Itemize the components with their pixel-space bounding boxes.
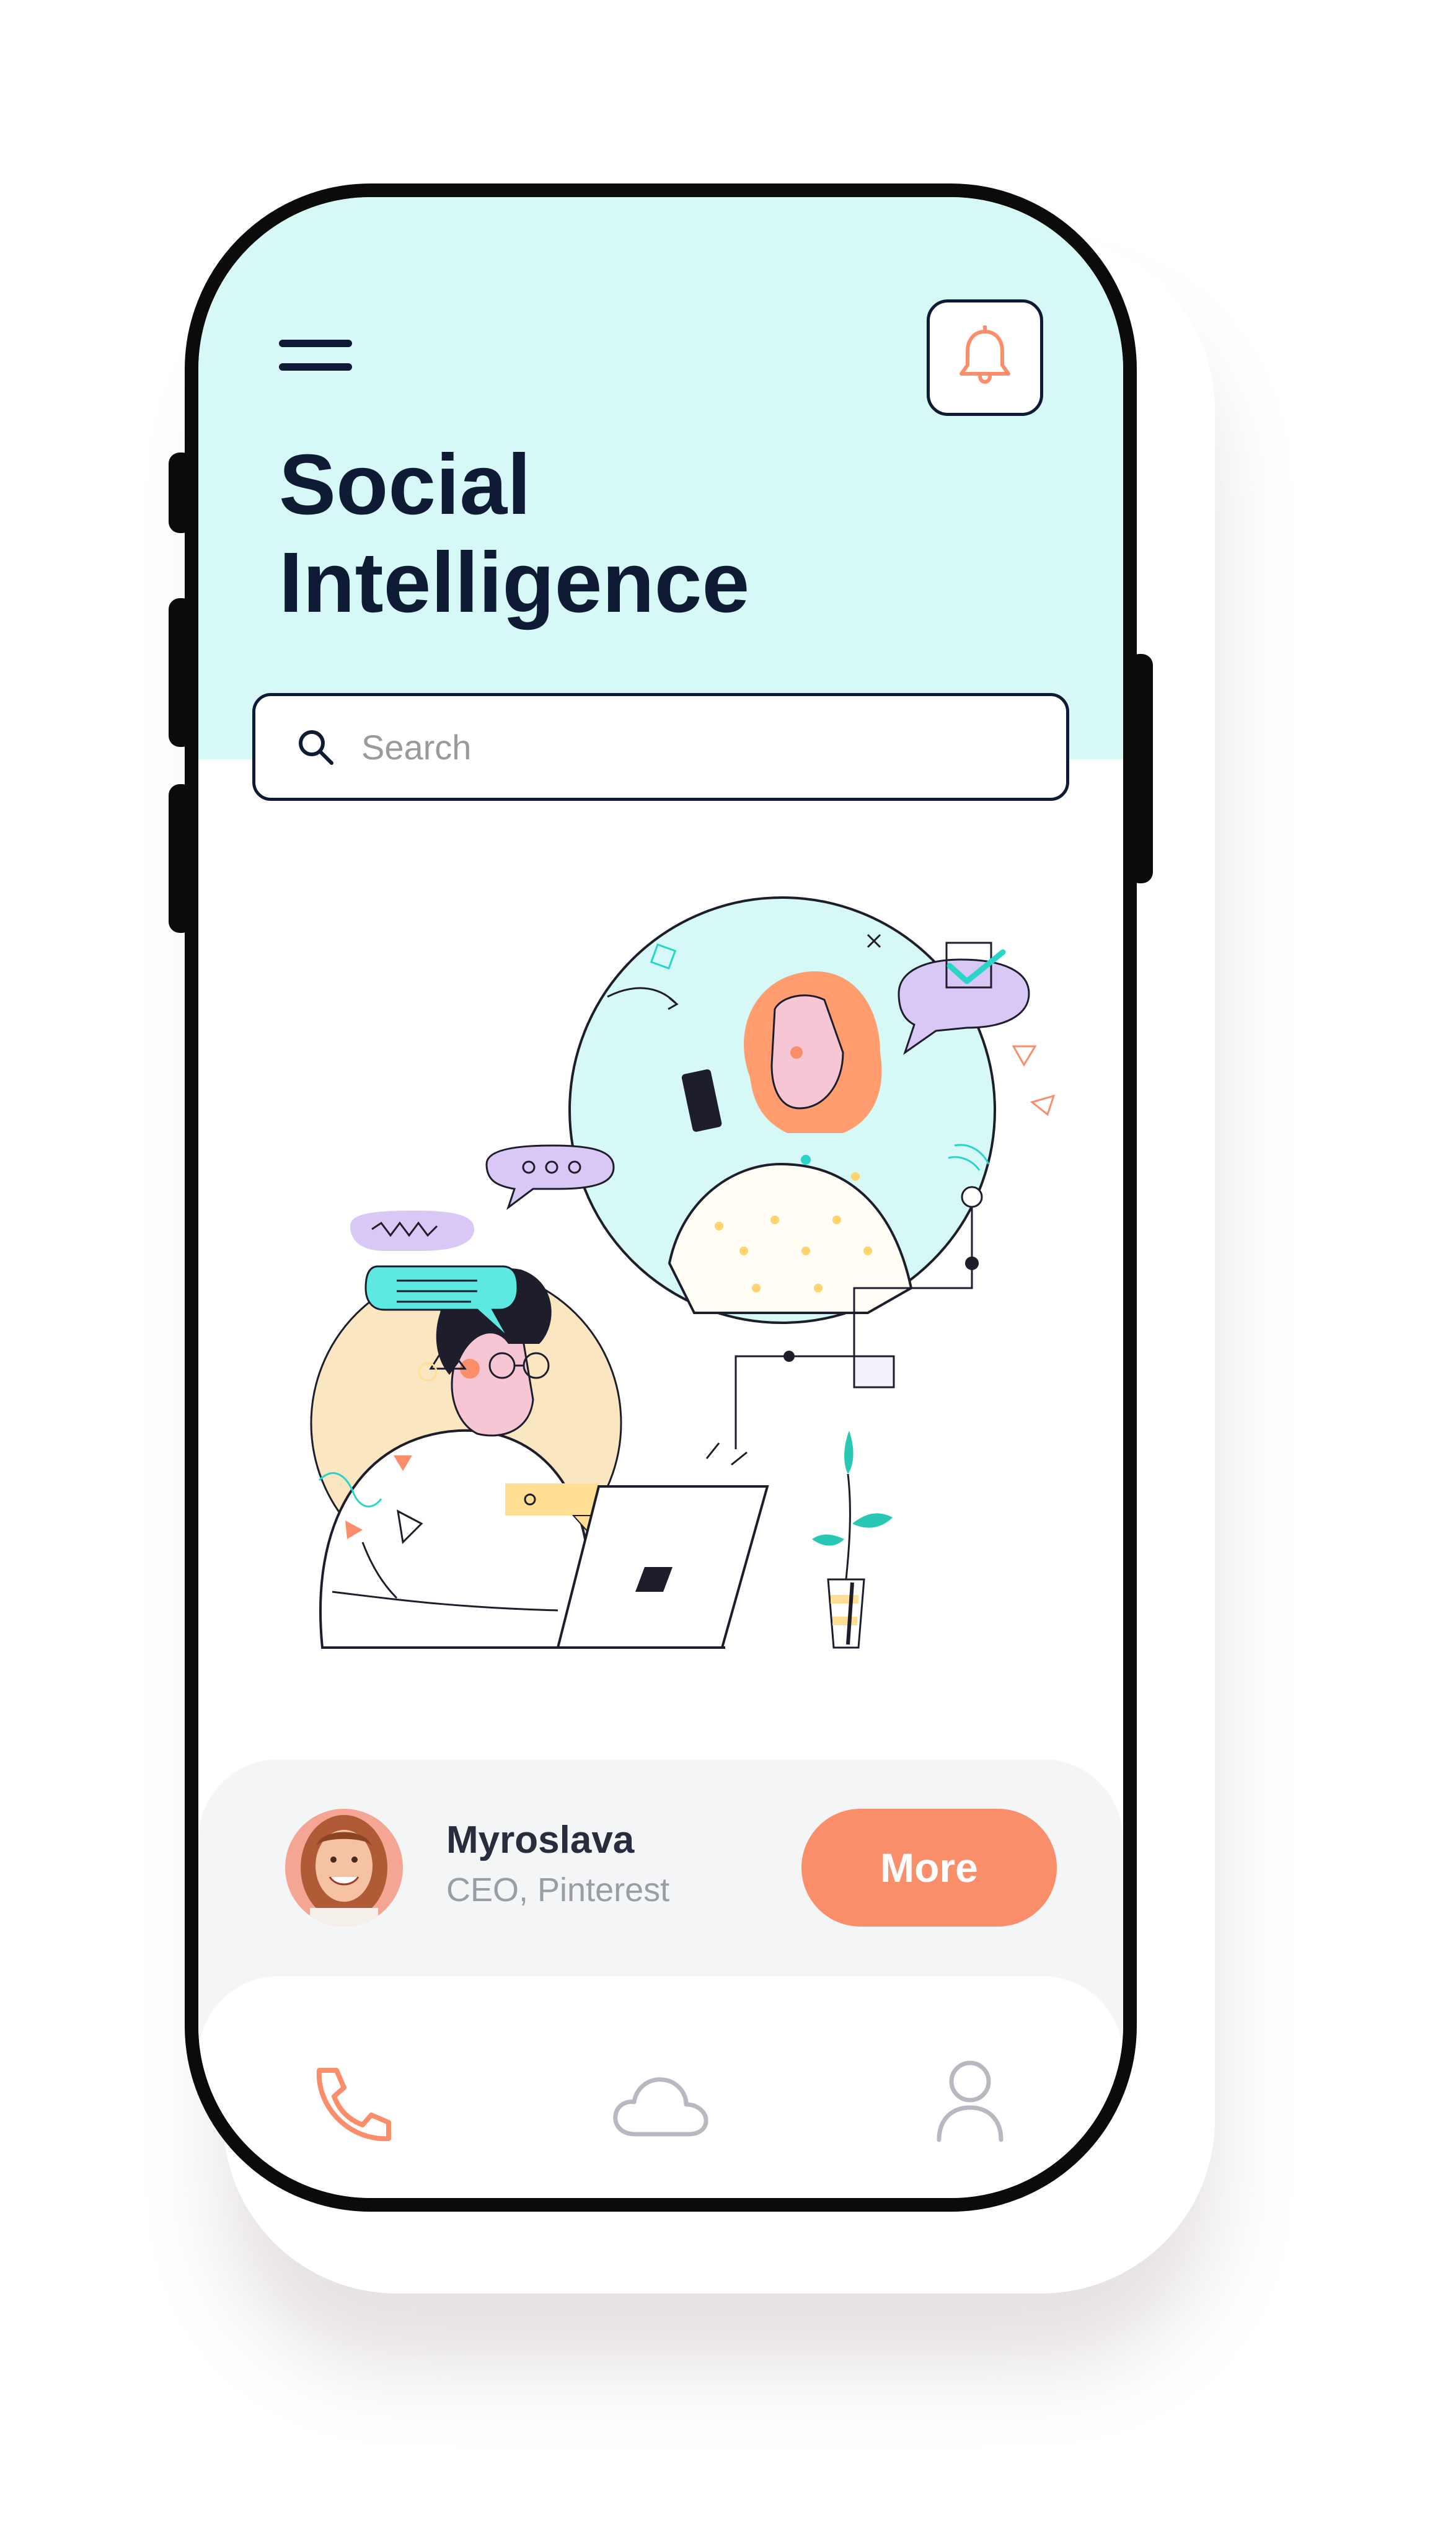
search-bar[interactable]	[252, 693, 1069, 801]
nav-item-cloud[interactable]	[611, 2072, 710, 2143]
more-button[interactable]: More	[801, 1809, 1057, 1927]
page-title: Social Intelligence	[279, 436, 1023, 632]
nav-item-profile[interactable]	[933, 2057, 1007, 2147]
nav-item-phone[interactable]	[307, 2063, 394, 2147]
phone-icon	[316, 2068, 391, 2142]
notification-button[interactable]	[927, 299, 1043, 416]
page-title-line1: Social	[279, 437, 531, 532]
menu-icon[interactable]	[279, 340, 353, 377]
user-icon	[937, 2060, 1004, 2142]
bell-icon	[960, 325, 1010, 384]
cloud-icon	[613, 2077, 708, 2137]
phone-frame: Social Intelligence Search Myroslava CEO…	[185, 183, 1137, 2212]
social-illustration	[310, 896, 1056, 1649]
avatar-image	[285, 1809, 403, 1927]
search-icon	[299, 730, 333, 765]
user-name: Myroslava	[446, 1819, 635, 1861]
avatar[interactable]	[285, 1809, 403, 1927]
bottom-navigation	[198, 1976, 1123, 2198]
user-role: CEO, Pinterest	[446, 1871, 670, 1909]
page-title-line2: Intelligence	[279, 535, 750, 630]
search-input[interactable]	[360, 726, 982, 768]
